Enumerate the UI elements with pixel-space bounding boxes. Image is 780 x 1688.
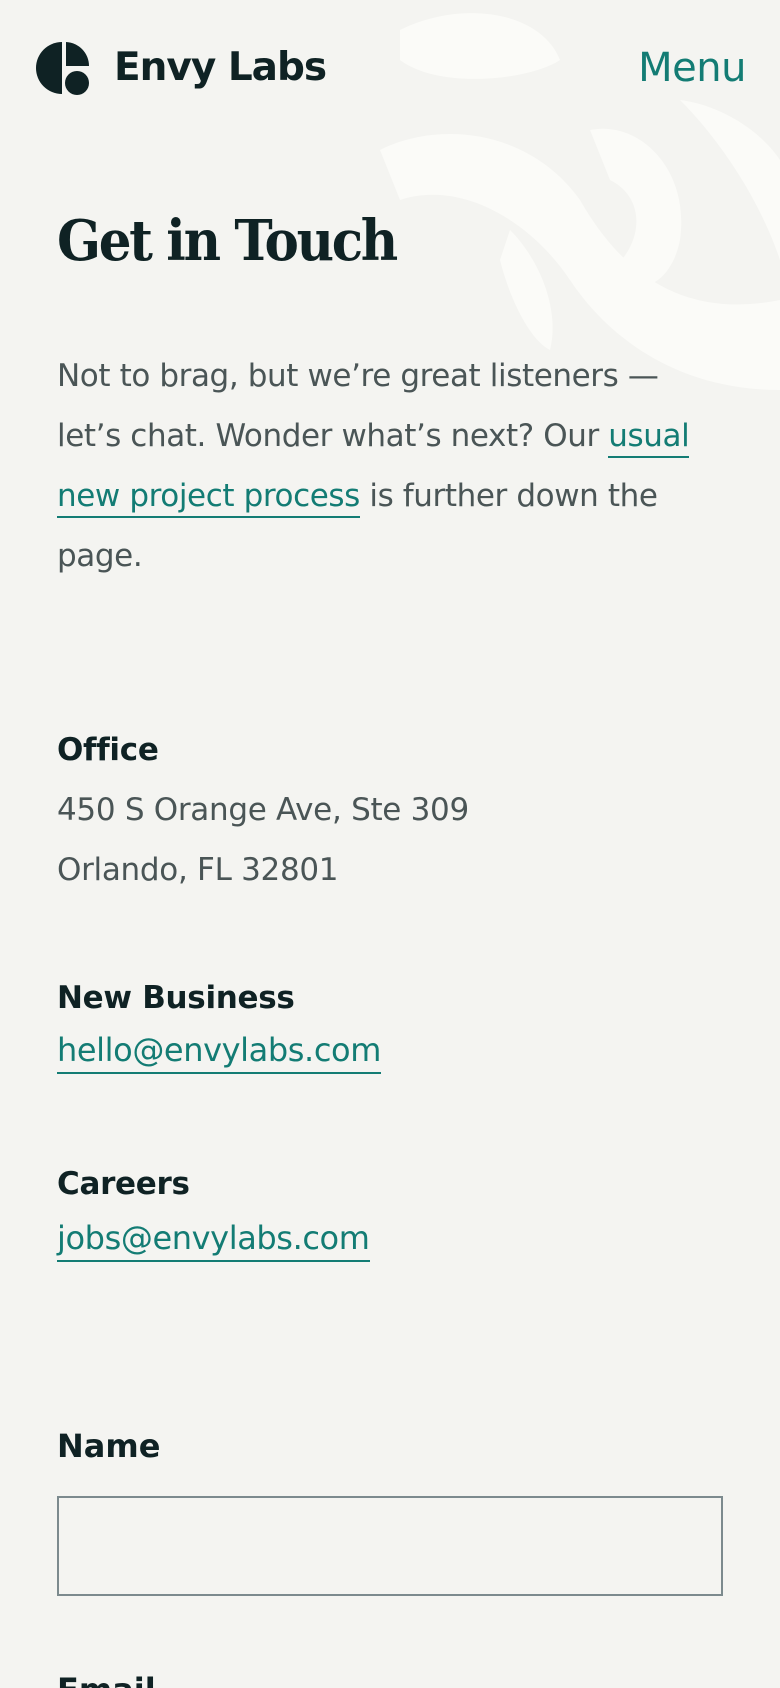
name-input[interactable]: [57, 1496, 723, 1596]
menu-button[interactable]: Menu: [638, 40, 746, 96]
office-address-line2: Orlando, FL 32801: [57, 852, 339, 888]
office-address-line1: 450 S Orange Ave, Ste 309: [57, 792, 469, 828]
new-business-section: New Business hello@envylabs.com: [57, 976, 381, 1074]
careers-section: Careers jobs@envylabs.com: [57, 1162, 370, 1262]
office-section: Office 450 S Orange Ave, Ste 309 Orlando…: [57, 728, 469, 900]
envy-labs-logo-icon: [36, 42, 90, 95]
brand-name: Envy Labs: [114, 45, 327, 90]
intro-paragraph: Not to brag, but we’re great listeners —…: [57, 346, 697, 586]
brand-logo-link[interactable]: Envy Labs: [34, 40, 327, 96]
new-business-email-link[interactable]: hello@envylabs.com: [57, 1028, 381, 1074]
new-business-heading: New Business: [57, 980, 295, 1016]
name-field-label: Name: [57, 1427, 161, 1465]
intro-text-before: Not to brag, but we’re great listeners —…: [57, 358, 659, 454]
page-title: Get in Touch: [57, 208, 398, 274]
email-field-label: Email: [57, 1668, 156, 1688]
office-heading: Office: [57, 732, 159, 768]
careers-heading: Careers: [57, 1166, 190, 1202]
careers-email-link[interactable]: jobs@envylabs.com: [57, 1216, 370, 1262]
site-header: Envy Labs Menu: [0, 0, 780, 140]
